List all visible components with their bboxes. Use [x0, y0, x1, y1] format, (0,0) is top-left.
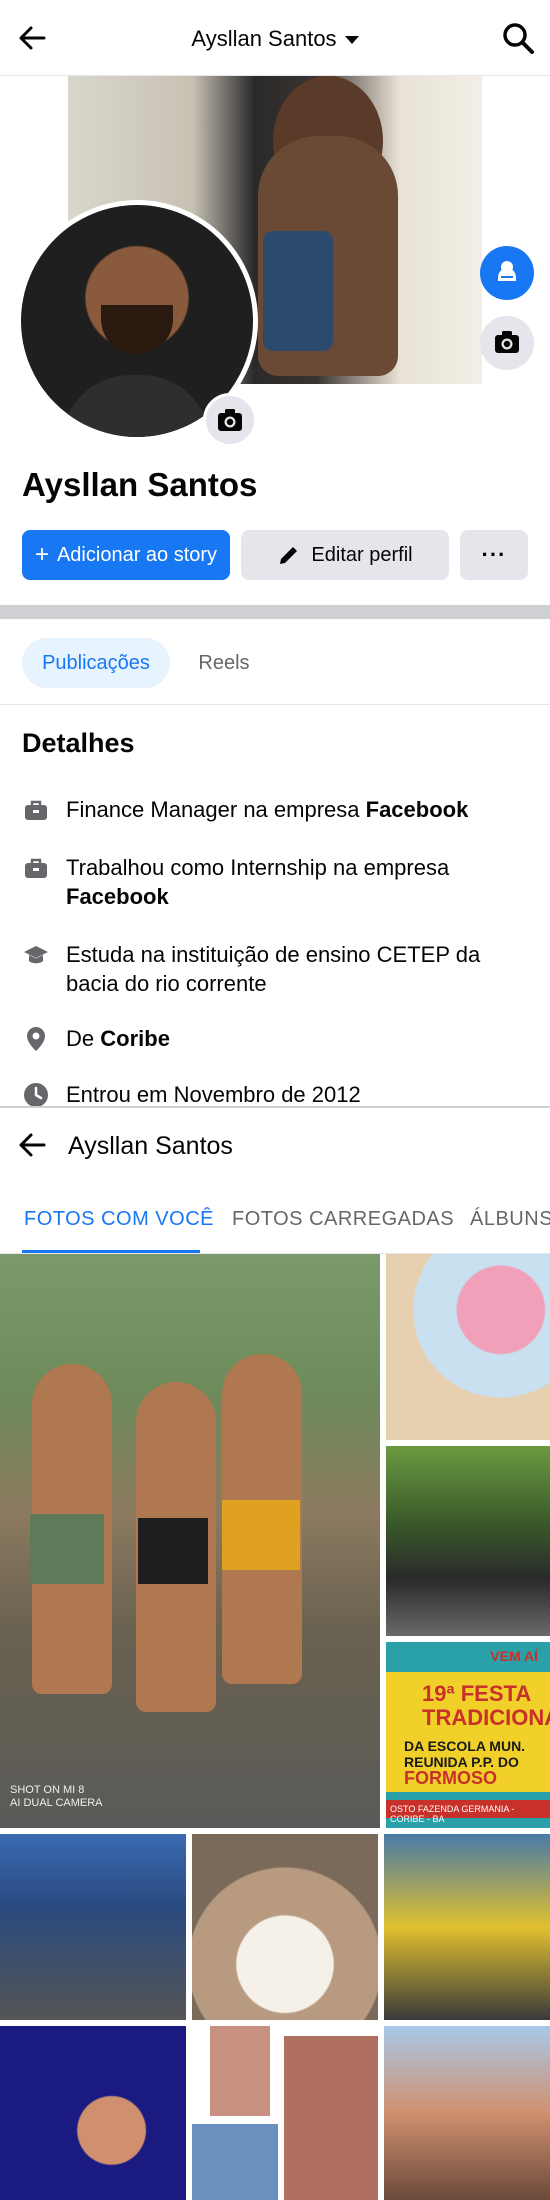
screenshot-divider	[0, 1106, 550, 1108]
photos-page-title: Aysllan Santos	[68, 1132, 233, 1160]
edit-profile-button[interactable]: Editar perfil	[241, 530, 449, 580]
photo-thumbnail[interactable]: VEM AÍ 19ª FESTA TRADICIONAL DA ESCOLA M…	[386, 1642, 550, 1828]
detail-work-past: Trabalhou como Internship na empresa Fac…	[22, 853, 532, 911]
edit-profile-label: Editar perfil	[311, 543, 413, 566]
detail-work-current: Finance Manager na empresa Facebook	[22, 795, 532, 824]
clock-icon	[24, 1083, 48, 1107]
arrow-left-icon[interactable]	[14, 1127, 50, 1163]
caret-down-icon	[344, 36, 359, 45]
briefcase-icon	[25, 800, 47, 820]
add-to-story-button[interactable]: + Adicionar ao story	[22, 530, 230, 580]
topbar-title: Aysllan Santos	[191, 26, 337, 51]
poster-text: DA ESCOLA MUN. REUNIDA P.P. DO FORMOSO	[404, 1738, 526, 1788]
poster-footer: OSTO FAZENDA GERMANIA - CORIBE - BA	[386, 1800, 550, 1824]
top-app-bar: Aysllan Santos	[0, 0, 550, 76]
tab-photos-of-you[interactable]: FOTOS COM VOCÊ	[24, 1208, 214, 1231]
photo-thumbnail[interactable]	[192, 2026, 378, 2200]
avatar-shortcut-button[interactable]	[480, 246, 534, 300]
tab-publicacoes[interactable]: Publicações	[22, 638, 170, 688]
poster-text: 19ª FESTA TRADICIONAL	[422, 1681, 550, 1730]
search-icon[interactable]	[500, 20, 536, 56]
edit-profile-picture-button[interactable]	[203, 393, 257, 447]
avatar-icon	[498, 261, 516, 281]
photo-thumbnail[interactable]	[192, 1834, 378, 2020]
photo-thumbnail[interactable]: SHOT ON MI 8 AI DUAL CAMERA	[0, 1254, 380, 1828]
camera-watermark: SHOT ON MI 8 AI DUAL CAMERA	[10, 1784, 103, 1809]
profile-switcher[interactable]: Aysllan Santos	[0, 26, 550, 52]
detail-hometown: De Coribe	[22, 1024, 532, 1053]
graduation-cap-icon	[24, 946, 48, 964]
photo-thumbnail[interactable]	[386, 1254, 550, 1440]
poster-text: VEM AÍ	[490, 1648, 538, 1664]
pencil-icon	[280, 547, 298, 564]
detail-education: Estuda na instituição de ensino CETEP da…	[22, 940, 532, 998]
briefcase-icon	[25, 858, 47, 878]
photo-thumbnail[interactable]	[384, 1834, 550, 2020]
details-title: Detalhes	[22, 728, 135, 758]
profile-name: Aysllan Santos	[22, 466, 258, 503]
more-icon: ···	[481, 542, 507, 567]
tab-albums[interactable]: ÁLBUNS	[470, 1208, 550, 1231]
detail-joined: Entrou em Novembro de 2012	[22, 1080, 532, 1109]
plus-icon: +	[34, 541, 49, 568]
photo-tabs: FOTOS COM VOCÊ FOTOS CARREGADAS ÁLBUNS	[0, 1198, 550, 1254]
camera-icon	[218, 409, 242, 431]
photo-thumbnail[interactable]	[0, 2026, 186, 2200]
photo-thumbnail[interactable]	[0, 1834, 186, 2020]
camera-icon	[495, 331, 519, 353]
tab-reels[interactable]: Reels	[180, 638, 268, 688]
tab-uploaded-photos[interactable]: FOTOS CARREGADAS	[232, 1208, 454, 1231]
location-pin-icon	[27, 1027, 45, 1051]
more-options-button[interactable]: ···	[460, 530, 528, 580]
photo-thumbnail[interactable]	[384, 2026, 550, 2200]
edit-cover-button[interactable]	[480, 316, 534, 370]
active-tab-indicator	[22, 1250, 200, 1253]
add-to-story-label: Adicionar ao story	[56, 543, 218, 566]
photo-thumbnail[interactable]	[386, 1446, 550, 1636]
section-divider	[0, 605, 550, 619]
divider	[0, 704, 550, 705]
